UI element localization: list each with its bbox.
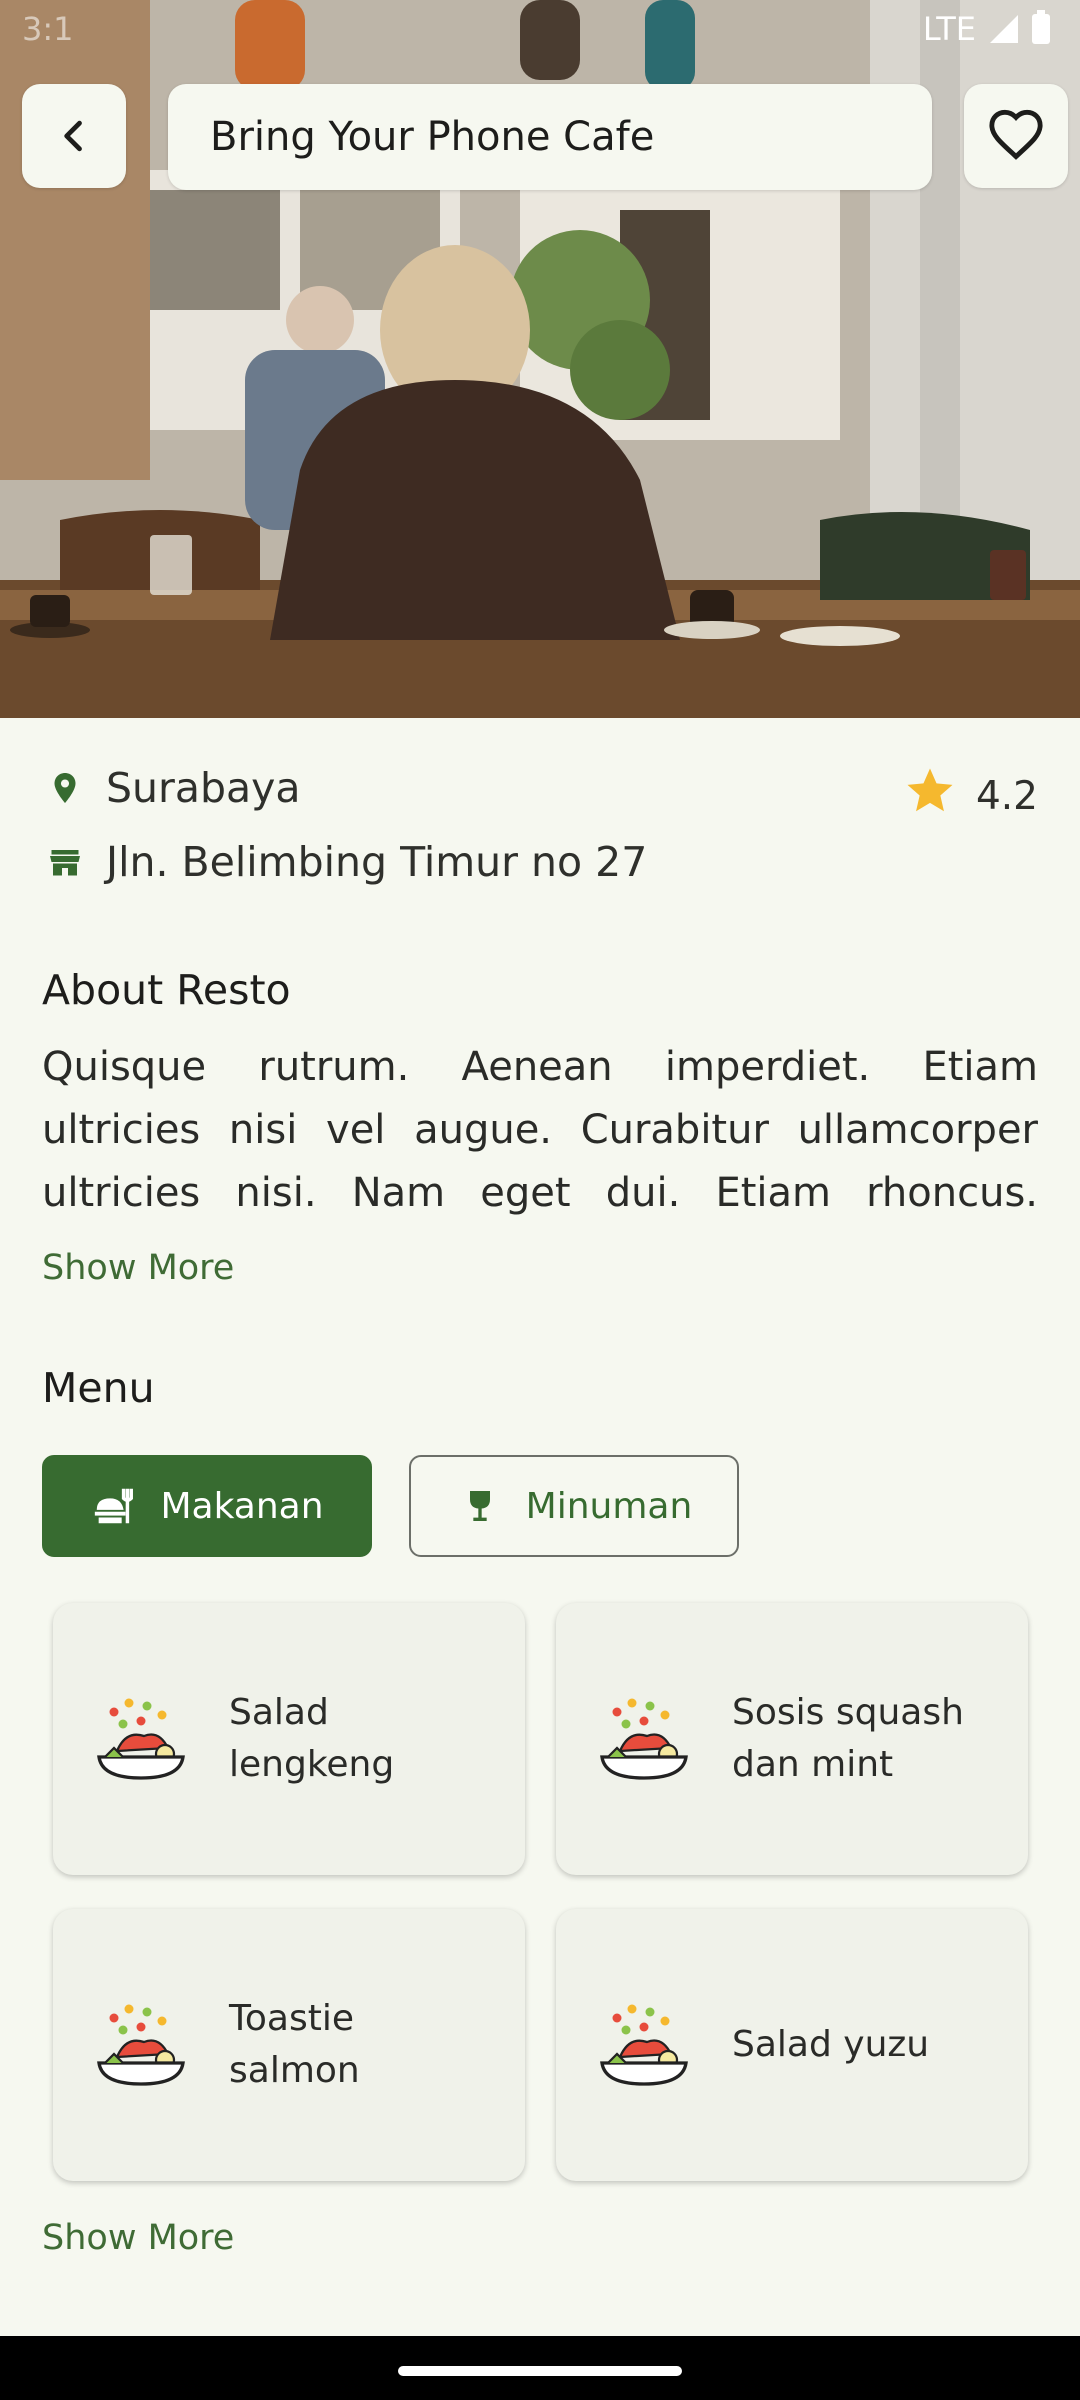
- store-icon: [42, 839, 88, 885]
- location-row: Surabaya: [42, 764, 301, 812]
- favorite-button[interactable]: [964, 84, 1068, 188]
- salad-bowl-icon: [97, 1698, 185, 1780]
- menu-item-card[interactable]: Salad yuzu: [556, 1909, 1028, 2181]
- menu-item-name: Toastie salmon: [229, 1998, 360, 2091]
- salad-bowl-icon: [97, 2004, 185, 2086]
- battery-icon: [1032, 10, 1050, 44]
- tab-minuman-label: Minuman: [525, 1485, 693, 1527]
- menu-item-name: Sosis squash dan mint: [732, 1692, 964, 1785]
- signal-icon: [990, 15, 1018, 43]
- menu-show-more-link[interactable]: Show More: [42, 2218, 234, 2258]
- menu-item-card[interactable]: Sosis squash dan mint: [556, 1603, 1028, 1875]
- salad-bowl-icon: [600, 1698, 688, 1780]
- food-icon: [90, 1482, 138, 1530]
- chevron-left-icon: [64, 120, 82, 152]
- rating-value: 4.2: [975, 773, 1038, 819]
- home-gesture-handle[interactable]: [398, 2366, 682, 2376]
- menu-item-name: Salad lengkeng: [229, 1692, 395, 1785]
- title-bar: Bring Your Phone Cafe: [168, 84, 932, 190]
- address-label: Jln. Belimbing Timur no 27: [106, 838, 648, 886]
- menu-item-name: Salad yuzu: [732, 2024, 930, 2065]
- map-pin-icon: [42, 765, 88, 811]
- heart-outline-icon: [989, 109, 1043, 160]
- menu-item-card[interactable]: Salad lengkeng: [53, 1603, 525, 1875]
- status-time: 3:1: [22, 10, 74, 48]
- tab-minuman[interactable]: Minuman: [409, 1455, 739, 1557]
- tab-makanan[interactable]: Makanan: [42, 1455, 372, 1557]
- rating: 4.2: [902, 764, 1038, 828]
- back-button[interactable]: [22, 84, 126, 188]
- about-show-more-link[interactable]: Show More: [42, 1248, 234, 1288]
- menu-title: Menu: [42, 1364, 155, 1412]
- salad-bowl-icon: [600, 2004, 688, 2086]
- menu-item-card[interactable]: Toastie salmon: [53, 1909, 525, 2181]
- about-description: Quisque rutrum. Aenean imperdiet. Etiam …: [42, 1044, 1038, 1216]
- status-indicators: LTE: [923, 10, 1050, 48]
- star-icon: [902, 764, 958, 828]
- network-type: LTE: [922, 10, 976, 48]
- glass-icon: [456, 1482, 504, 1530]
- status-bar: 3:1 LTE: [0, 0, 1080, 60]
- address-row: Jln. Belimbing Timur no 27: [42, 838, 647, 886]
- page-title: Bring Your Phone Cafe: [210, 114, 655, 160]
- city-label: Surabaya: [106, 764, 301, 812]
- tab-makanan-label: Makanan: [160, 1485, 324, 1527]
- about-title: About Resto: [42, 966, 291, 1014]
